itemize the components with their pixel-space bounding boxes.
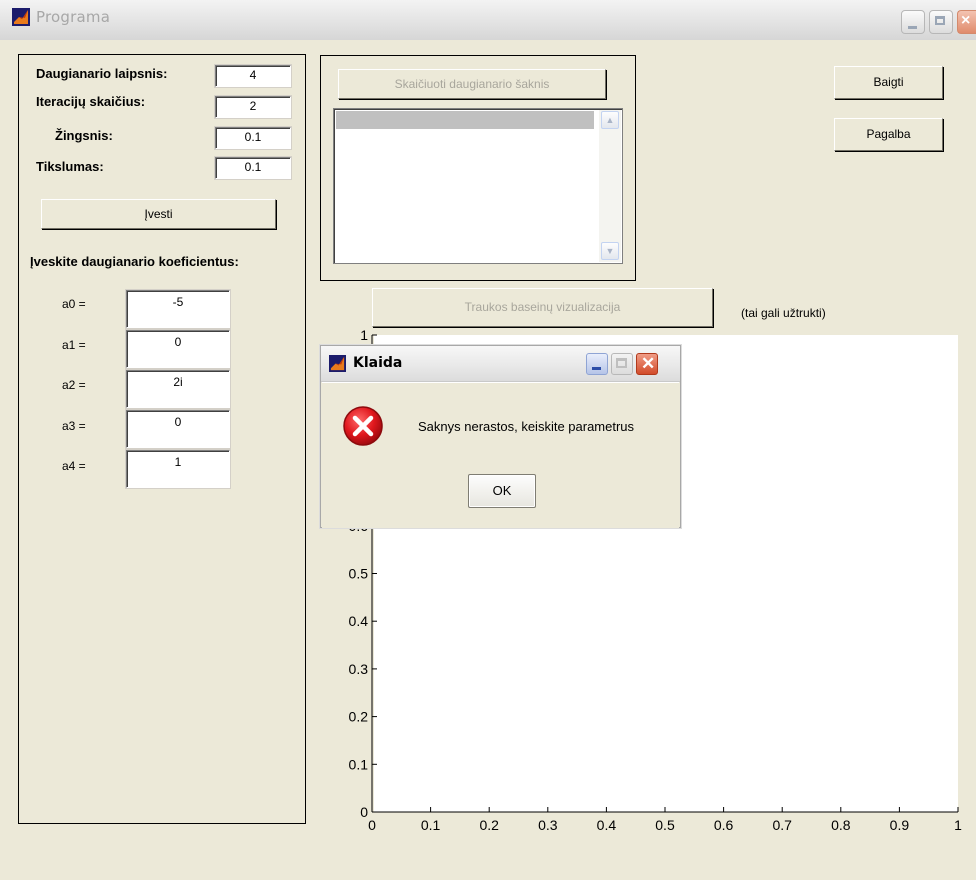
close-icon: × [961, 12, 971, 29]
coefficient-a3-label: a3 = [62, 419, 86, 433]
roots-listbox[interactable]: ▲ ▼ [333, 108, 623, 264]
finish-button[interactable]: Baigti [834, 66, 943, 99]
ok-button[interactable]: OK [468, 474, 536, 508]
dialog-titlebar[interactable]: Klaida ✕ [321, 346, 680, 382]
minimize-icon [592, 367, 601, 370]
coefficient-a1-field[interactable]: 0 [126, 330, 230, 368]
iterations-label: Iteracijų skaičius: [36, 94, 146, 109]
coefficient-a4-label: a4 = [62, 459, 86, 473]
degree-field[interactable]: 4 [215, 65, 291, 87]
visualize-note: (tai gali užtrukti) [741, 306, 826, 320]
x-tick-label: 0.7 [772, 817, 792, 833]
coefficient-a0-field[interactable]: -5 [126, 290, 230, 328]
coefficient-a4-field[interactable]: 1 [126, 450, 230, 488]
window-client-area: Daugianario laipsnis: 4 Iteracijų skaiči… [0, 40, 976, 850]
coefficient-a1-label: a1 = [62, 338, 86, 352]
listbox-scrollbar[interactable]: ▲ ▼ [599, 110, 621, 262]
degree-label: Daugianario laipsnis: [36, 66, 168, 81]
y-tick-label: 0.5 [349, 566, 369, 582]
x-tick-label: 1 [954, 817, 962, 833]
close-button[interactable]: × [957, 10, 976, 34]
minimize-button[interactable] [901, 10, 925, 34]
dialog-close-button[interactable]: ✕ [636, 353, 658, 375]
dialog-body: Saknys nerastos, keiskite parametrus OK [322, 382, 679, 528]
maximize-icon [616, 358, 627, 368]
enter-button[interactable]: Įvesti [41, 199, 276, 229]
step-field[interactable]: 0.1 [215, 127, 291, 149]
scroll-down-icon[interactable]: ▼ [601, 242, 619, 260]
precision-label: Tikslumas: [36, 159, 104, 174]
dialog-message: Saknys nerastos, keiskite parametrus [418, 419, 635, 434]
x-tick-label: 0.2 [479, 817, 499, 833]
x-tick-label: 0.4 [597, 817, 617, 833]
coefficients-heading: Įveskite daugianario koeficientus: [30, 254, 239, 269]
minimize-icon [908, 26, 917, 29]
matlab-icon [12, 8, 30, 26]
x-tick-label: 0.9 [890, 817, 910, 833]
dialog-minimize-button[interactable] [586, 353, 608, 375]
y-tick-label: 0.2 [349, 709, 369, 725]
compute-roots-button[interactable]: Skaičiuoti daugianario šaknis [338, 69, 606, 99]
step-label: Žingsnis: [55, 128, 113, 143]
x-tick-label: 0.3 [538, 817, 558, 833]
x-tick-label: 0.6 [714, 817, 734, 833]
y-tick-label: 0.1 [349, 756, 369, 772]
y-tick-label: 1 [360, 327, 368, 343]
coefficient-a0-label: a0 = [62, 297, 86, 311]
list-item-selected[interactable] [336, 111, 594, 129]
y-tick-label: 0.3 [349, 661, 369, 677]
maximize-button[interactable] [929, 10, 953, 34]
window-titlebar[interactable]: Programa × [0, 0, 976, 40]
x-tick-label: 0.8 [831, 817, 851, 833]
y-tick-label: 0.4 [349, 613, 369, 629]
dialog-title: Klaida [353, 355, 403, 371]
coefficient-a2-field[interactable]: 2i [126, 370, 230, 408]
help-button[interactable]: Pagalba [834, 118, 943, 151]
x-tick-label: 0.1 [421, 817, 441, 833]
coefficient-a2-label: a2 = [62, 378, 86, 392]
close-icon: ✕ [641, 354, 656, 373]
precision-field[interactable]: 0.1 [215, 157, 291, 179]
x-tick-label: 0 [368, 817, 376, 833]
coefficient-a3-field[interactable]: 0 [126, 410, 230, 448]
y-tick-label: 0 [360, 804, 368, 820]
error-dialog: Klaida ✕ Saknys nerastos, keiskite param… [320, 345, 681, 528]
error-icon [343, 406, 383, 446]
window-title: Programa [36, 8, 111, 26]
dialog-maximize-button[interactable] [611, 353, 633, 375]
matlab-icon [329, 355, 346, 372]
x-tick-label: 0.5 [655, 817, 675, 833]
scroll-up-icon[interactable]: ▲ [601, 111, 619, 129]
maximize-icon [935, 16, 945, 25]
iterations-field[interactable]: 2 [215, 96, 291, 118]
